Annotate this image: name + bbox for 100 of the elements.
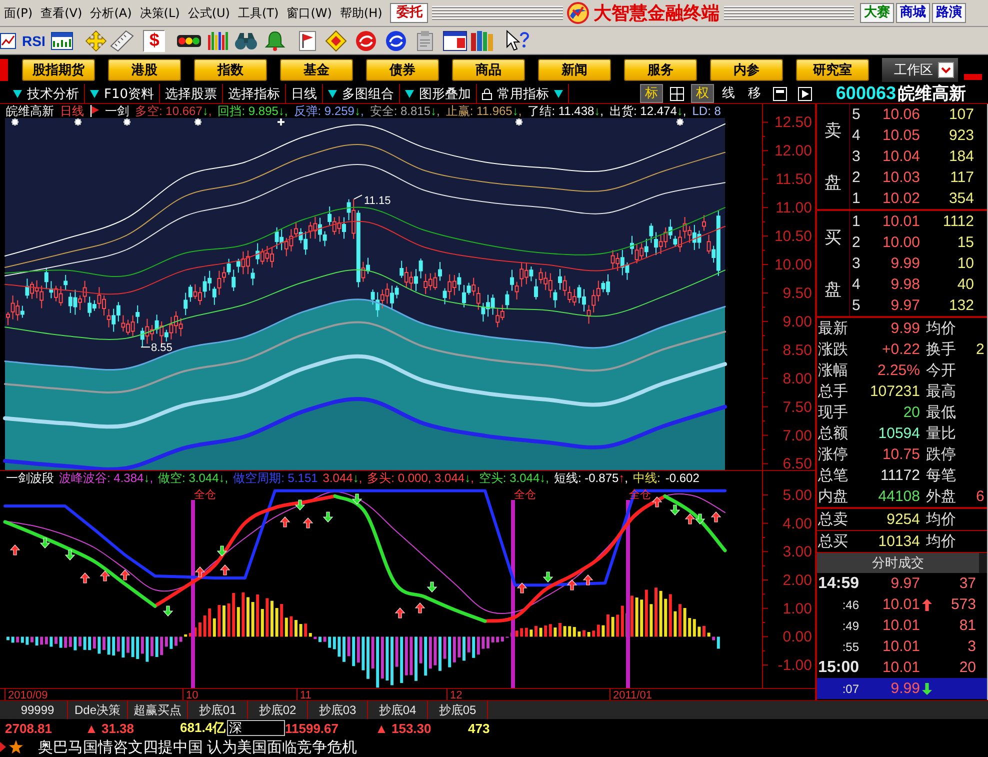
chart-icon[interactable]	[0, 30, 16, 50]
grid-icon[interactable]	[670, 86, 684, 100]
formula-tab[interactable]: 抄底03	[308, 701, 368, 719]
swirl-icon[interactable]	[356, 30, 376, 50]
quote-label: 总额	[817, 424, 849, 443]
formula-tab[interactable]: 抄底05	[428, 701, 488, 719]
menu-item[interactable]: 分析(A)	[86, 4, 136, 22]
formula-tab[interactable]: 抄底01	[188, 701, 248, 719]
quote-label: 每笔	[925, 466, 957, 485]
formula-tab[interactable]: Dde决策	[68, 701, 128, 719]
nav-button[interactable]: 内参	[710, 58, 783, 80]
quote-label: 最低	[925, 403, 957, 422]
nav-button[interactable]: 债券	[366, 58, 439, 80]
leader-line	[140, 346, 150, 348]
dropdown-icon[interactable]	[328, 90, 338, 98]
quote-label: 总手	[817, 382, 849, 401]
menu-item[interactable]: 决策(L)	[136, 4, 184, 22]
nav-button[interactable]: 指数	[194, 58, 267, 80]
binoculars-icon[interactable]	[235, 32, 258, 50]
swirl-icon[interactable]	[386, 30, 406, 50]
market-badge: 深	[227, 720, 285, 736]
menu-item[interactable]: 面(P)	[0, 4, 37, 22]
axis-label: 8.00	[782, 370, 812, 388]
menu-item[interactable]: 查看(V)	[36, 4, 86, 22]
trade-row[interactable]: :49 10.01 81	[817, 615, 987, 636]
order-button[interactable]: 委托	[390, 3, 428, 23]
lock-icon[interactable]	[482, 88, 492, 100]
quote-label: 最高	[925, 382, 957, 401]
axis-label: 9.50	[782, 285, 812, 302]
index-value: 681.4亿	[180, 719, 227, 737]
window-icon[interactable]	[443, 30, 468, 50]
view-toggle[interactable]: 标	[640, 84, 663, 103]
trade-row[interactable]: 14:59 9.97 37	[817, 573, 987, 594]
panel-icon[interactable]	[772, 86, 787, 100]
header-link[interactable]: 路演	[932, 3, 966, 23]
view-toggle[interactable]: 权	[690, 84, 714, 103]
help-pointer-icon[interactable]	[506, 30, 530, 52]
menu-item[interactable]: 帮助(H)	[336, 4, 386, 22]
header-link[interactable]: 大赛	[860, 3, 894, 23]
trade-price: 10.01	[881, 596, 920, 613]
formula-tab[interactable]: 超赢买点	[128, 701, 188, 719]
up-arrow-icon	[120, 570, 130, 580]
view-toggle[interactable]: 线	[716, 84, 740, 103]
ruler-icon[interactable]	[111, 30, 134, 50]
nav-button[interactable]: 港股	[108, 58, 181, 80]
date-label: 10	[186, 690, 198, 700]
indicator-reading: 3.044↓,	[322, 471, 362, 486]
down-arrow-icon	[162, 606, 174, 616]
clipboard-icon[interactable]	[415, 30, 436, 50]
chart-tab[interactable]: 选择股票	[160, 84, 224, 103]
chart-tab[interactable]: 多图组合	[323, 84, 400, 103]
chart-tab[interactable]: 常用指标	[477, 84, 570, 103]
dropdown-icon[interactable]	[938, 62, 954, 78]
order-price: 9.97	[890, 297, 920, 314]
minimize-icon[interactable]	[964, 74, 982, 80]
trade-row[interactable]: :07 9.99	[817, 678, 987, 699]
chart-tab[interactable]: 图形叠加	[400, 84, 478, 103]
trade-row[interactable]: :46 10.01 573	[817, 594, 987, 615]
workspace-button[interactable]: 工作区	[882, 58, 958, 82]
dropdown-icon[interactable]	[13, 90, 22, 98]
nav-button[interactable]: 股指期货	[22, 58, 95, 80]
tool-button[interactable]: RSI	[18, 30, 50, 52]
color-stripes-icon[interactable]	[208, 32, 228, 50]
nav-button[interactable]: 服务	[624, 58, 697, 80]
nav-button[interactable]: 基金	[280, 58, 353, 80]
dropdown-icon[interactable]	[554, 90, 564, 98]
bell-icon[interactable]	[265, 30, 286, 50]
chart-tab[interactable]: 选择指标	[223, 84, 286, 103]
menu-item[interactable]: 窗口(W)	[282, 4, 336, 22]
down-arrow-icon	[694, 514, 706, 524]
dropdown-icon[interactable]	[405, 90, 414, 98]
quote-label: 现手	[817, 403, 849, 422]
chart-window-icon[interactable]	[51, 32, 74, 50]
chart-tab[interactable]: F10资料	[85, 84, 160, 103]
view-toggle[interactable]: 移	[742, 84, 766, 103]
chart-tab[interactable]: 技术分析	[8, 84, 85, 103]
nav-button[interactable]: 新闻	[538, 58, 611, 80]
news-headline[interactable]: 奥巴马国情咨文四提中国 认为美国面临竞争危机	[38, 738, 358, 756]
traffic-light-icon[interactable]	[177, 34, 202, 46]
move-icon[interactable]	[86, 30, 106, 50]
quote-label: 涨跌	[817, 340, 849, 359]
quote-label: 外盘	[925, 487, 957, 506]
order-price: 9.99	[890, 255, 920, 272]
books-icon[interactable]	[471, 30, 494, 50]
formula-tab[interactable]: 抄底02	[248, 701, 308, 719]
chart-tab[interactable]: 日线	[286, 84, 324, 103]
diamond-icon[interactable]	[326, 30, 346, 50]
formula-tab[interactable]: 99999	[8, 701, 68, 719]
formula-tab[interactable]: 抄底04	[368, 701, 428, 719]
dropdown-icon[interactable]	[90, 90, 99, 98]
next-frame-icon[interactable]	[798, 86, 812, 100]
nav-button[interactable]: 商品	[452, 58, 525, 80]
tool-button[interactable]: $	[143, 30, 166, 52]
order-rank: 2	[851, 234, 862, 251]
menu-item[interactable]: 公式(U)	[184, 4, 234, 22]
menu-item[interactable]: 工具(T)	[234, 4, 283, 22]
nav-button[interactable]: 研究室	[796, 58, 869, 80]
trade-row[interactable]: :55 10.01 3	[817, 636, 987, 657]
header-link[interactable]: 商城	[896, 3, 930, 23]
trade-row[interactable]: 15:00 10.01 20	[817, 657, 987, 678]
